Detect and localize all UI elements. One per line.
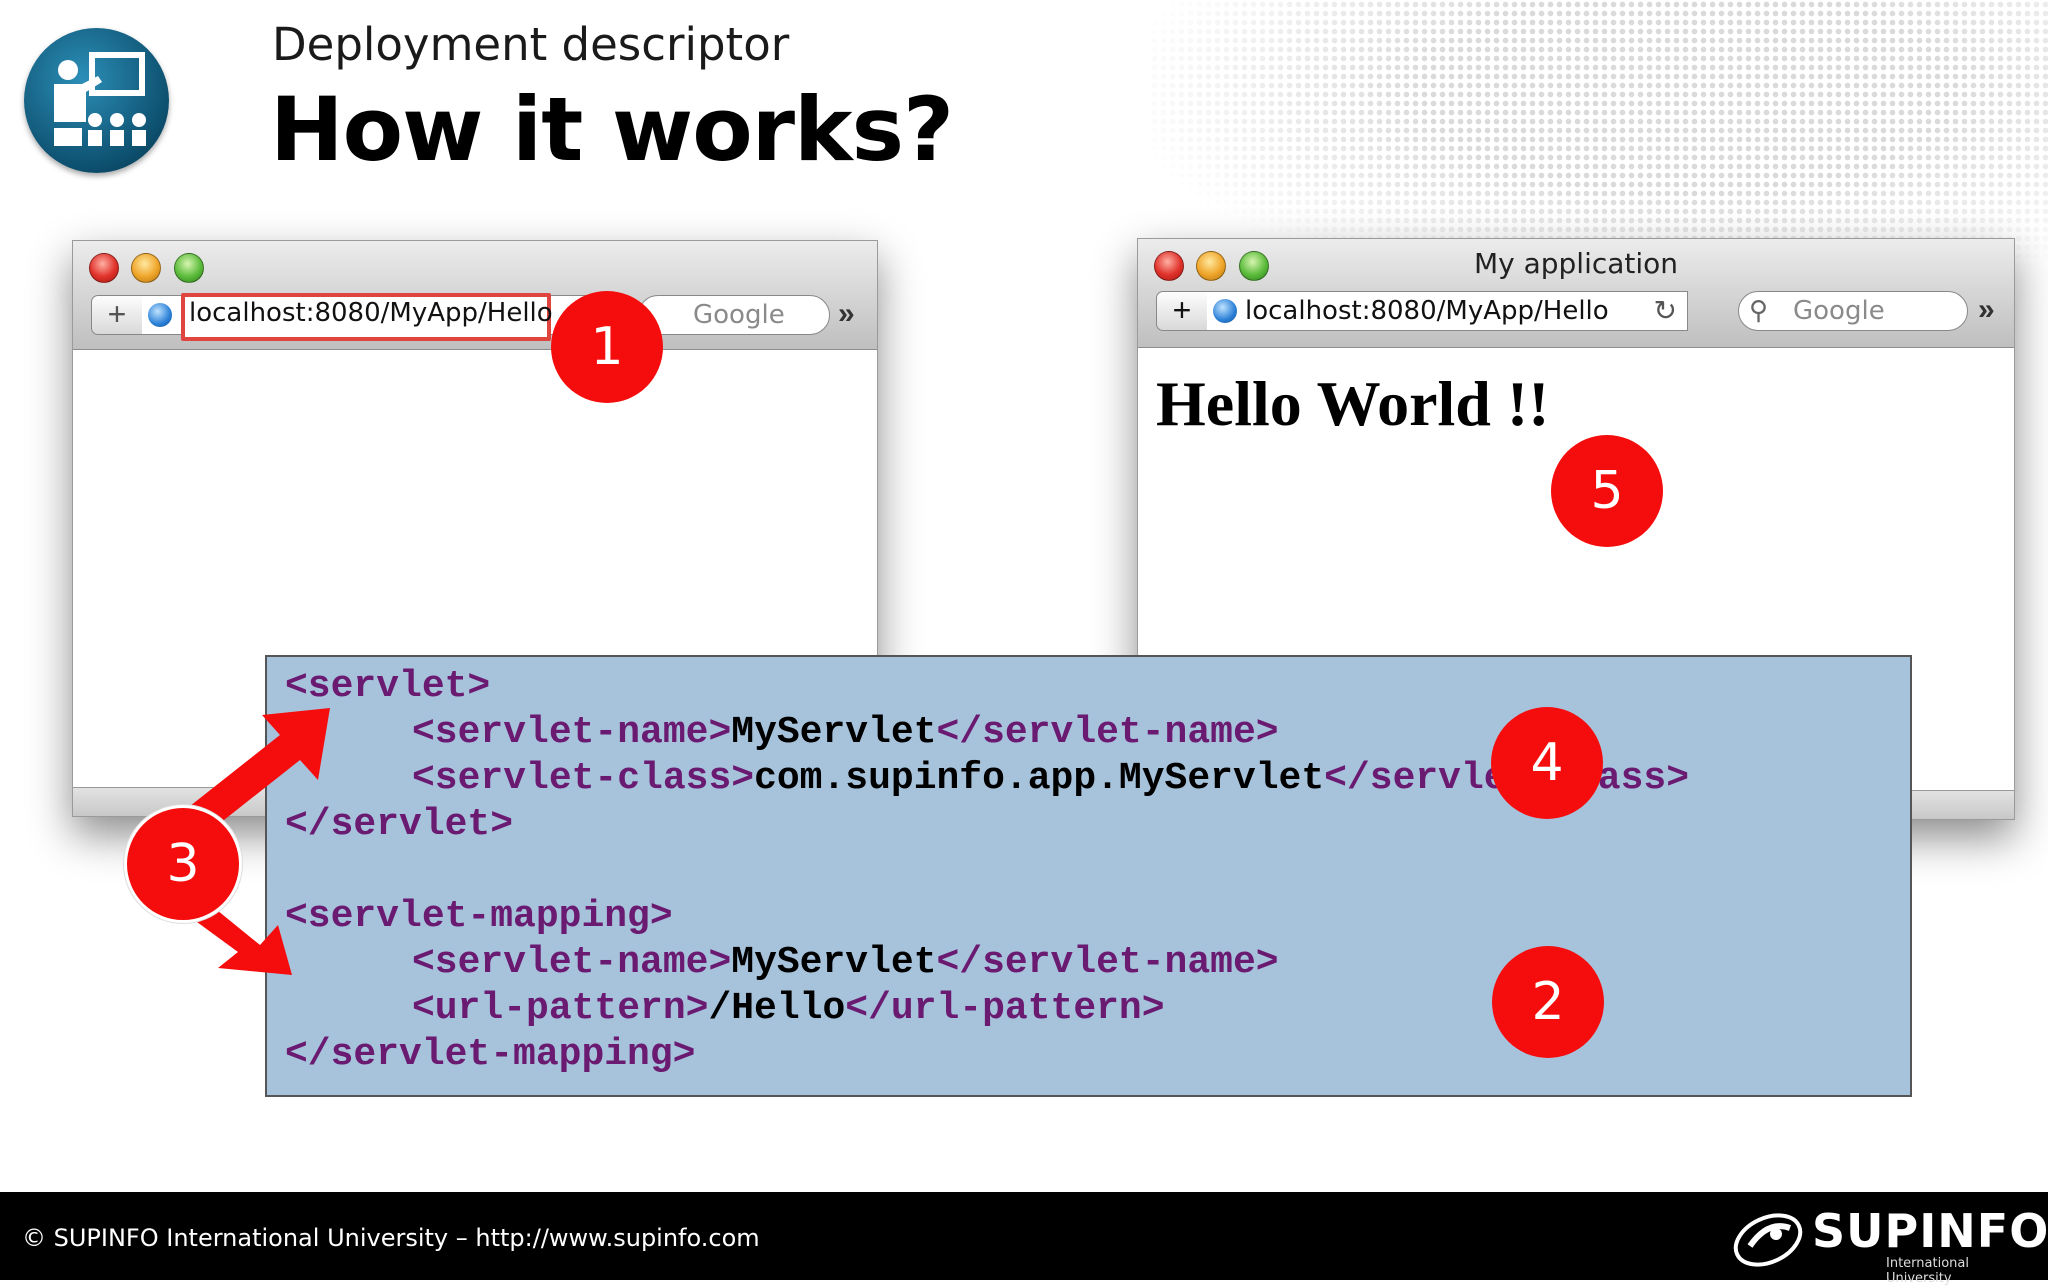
copyright-text: © SUPINFO International University – htt… (22, 1224, 760, 1252)
step-badge-3: 3 (124, 805, 242, 923)
supinfo-mark-icon (1733, 1213, 1803, 1267)
flow-arrows (160, 708, 330, 975)
footer: © SUPINFO International University – htt… (0, 1192, 2048, 1286)
brand-name: SUPINFO (1812, 1204, 2048, 1258)
supinfo-logo: SUPINFO International University (1728, 1202, 2048, 1286)
step-badge-5: 5 (1551, 435, 1663, 547)
step-badge-4: 4 (1491, 707, 1603, 819)
step-badge-2: 2 (1492, 946, 1604, 1058)
step-badge-1: 1 (551, 291, 663, 403)
brand-subtitle: International University (1886, 1256, 1969, 1286)
